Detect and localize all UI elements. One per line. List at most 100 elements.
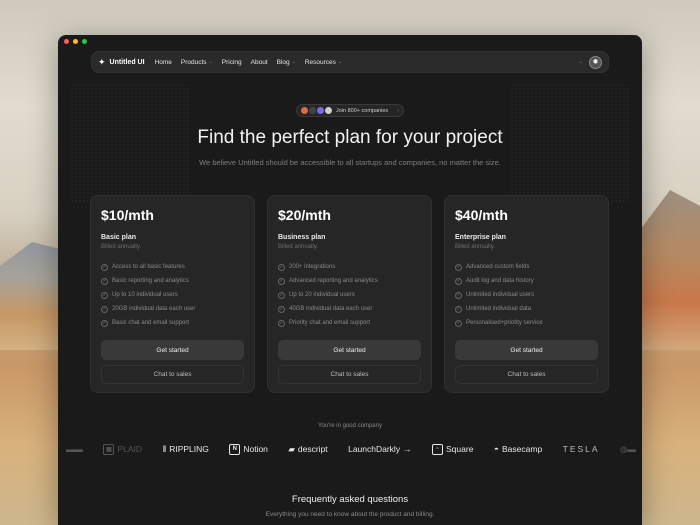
nav-item-resources[interactable]: Resources ⌄ [305, 59, 342, 66]
faded-logo: ◍▬ [620, 443, 636, 454]
browser-window: ✦ Untitled UI Home Products ⌄ Pricing Abo… [58, 35, 642, 525]
feature-item: ✓ Basic reporting and analytics [101, 274, 244, 288]
launchdarkly-logo: LaunchDarkly → [348, 444, 411, 454]
feature-text: Advanced custom fields [466, 264, 530, 270]
chevron-right-icon: › [397, 107, 399, 114]
feature-text: Advanced reporting and analytics [289, 278, 378, 284]
chat-to-sales-button[interactable]: Chat to sales [455, 365, 598, 384]
nav-label: Resources [304, 58, 336, 66]
join-companies-badge[interactable]: Join 800+ companies › [296, 104, 404, 117]
feature-item: ✓ Up to 20 individual users [278, 288, 421, 302]
check-circle-icon: ✓ [455, 291, 462, 299]
plan-name: Business plan [278, 234, 326, 241]
feature-item: ✓ Unlimited individual data [455, 302, 598, 316]
check-circle-icon: ✓ [278, 319, 285, 327]
check-circle-icon: ✓ [278, 305, 285, 313]
plan-billing: Billed annually. [101, 244, 141, 250]
sparkle-logo-icon: ✦ [98, 56, 106, 67]
pricing-card-business: $20/mth Business plan Billed annually. ✓… [267, 195, 432, 393]
feature-item: ✓ 200+ integrations [278, 260, 421, 274]
badge-text: Join 800+ companies [336, 107, 389, 114]
feature-item: ✓ Priority chat and email support [278, 316, 421, 330]
badge-avatar-group [301, 107, 332, 114]
feature-item: ✓ Up to 10 individual users [101, 288, 244, 302]
check-circle-icon: ✓ [101, 263, 108, 271]
square-logo: ▫ Square [432, 443, 474, 455]
nav-item-pricing[interactable]: Pricing [222, 59, 242, 66]
check-circle-icon: ✓ [278, 263, 285, 271]
nav-item-about[interactable]: About [251, 59, 268, 66]
feature-list: ✓ Access to all basic features ✓ Basic rep… [101, 260, 244, 330]
notion-icon: N [229, 443, 241, 455]
logo-text: Square [446, 444, 474, 454]
chevron-down-icon[interactable]: ⌄ [579, 59, 583, 65]
user-avatar[interactable] [589, 55, 602, 69]
feature-item: ✓ Advanced reporting and analytics [278, 274, 421, 288]
logo-text: Basecamp [502, 444, 543, 454]
get-started-button[interactable]: Get started [278, 340, 421, 360]
nav-item-products[interactable]: Products ⌄ [181, 59, 213, 66]
feature-item: ✓ Audit log and data history [455, 274, 598, 288]
nav-item-home[interactable]: Home [155, 59, 172, 66]
logo-text: PLAID [117, 444, 143, 454]
arrow-right-icon: → [403, 444, 412, 454]
nav-label: About [250, 58, 268, 66]
chat-to-sales-button[interactable]: Chat to sales [278, 365, 421, 384]
plaid-logo: ▦ PLAID [103, 443, 143, 455]
get-started-button[interactable]: Get started [455, 340, 598, 360]
feature-text: Unlimited individual users [466, 292, 535, 298]
maximize-window-button[interactable] [82, 38, 87, 44]
plan-name: Enterprise plan [455, 234, 506, 241]
faq-title: Frequently asked questions [291, 494, 409, 505]
brand-logo[interactable]: ✦ Untitled UI [98, 57, 145, 68]
plan-billing: Billed annually. [278, 244, 318, 250]
pricing-cards: $10/mth Basic plan Billed annually. ✓ Acc… [90, 195, 609, 393]
check-circle-icon: ✓ [455, 277, 462, 285]
feature-item: ✓ 20GB individual data each user [101, 302, 244, 316]
logo-text: Notion [243, 444, 268, 454]
faded-logo: ▬▬ [66, 444, 83, 454]
logo-text: TESLA [562, 444, 600, 454]
feature-text: Basic chat and email support [112, 320, 190, 326]
feature-text: 40GB individual data each user [289, 306, 373, 312]
faq-subtitle: Everything you need to know about the pr… [265, 511, 435, 518]
close-window-button[interactable] [64, 38, 69, 44]
chat-to-sales-button[interactable]: Chat to sales [101, 365, 244, 384]
feature-text: Personalised+priotity service [466, 320, 543, 326]
plan-price: $20/mth [278, 207, 331, 223]
check-circle-icon: ✓ [101, 277, 108, 285]
plan-price: $10/mth [101, 207, 154, 223]
nav-item-blog[interactable]: Blog ⌄ [277, 59, 296, 66]
feature-text: Up to 20 individual users [289, 292, 355, 298]
plan-billing: Billed annually. [455, 244, 495, 250]
minimize-window-button[interactable] [73, 38, 78, 44]
feature-text: Basic reporting and analytics [112, 278, 189, 284]
check-circle-icon: ✓ [455, 263, 462, 271]
check-circle-icon: ✓ [278, 277, 285, 285]
rippling-icon: ⦀ [162, 443, 167, 454]
notion-logo: N Notion [229, 443, 268, 455]
check-circle-icon: ✓ [455, 319, 462, 327]
page-subtitle: We believe Untitled should be accessible… [199, 158, 501, 167]
company-logo-strip: ▬▬ ▦ PLAID ⦀ RIPPLING N Notion ▰ descript La… [66, 441, 636, 457]
check-circle-icon: ✓ [101, 291, 108, 299]
descript-logo: ▰ descript [288, 444, 327, 455]
get-started-button[interactable]: Get started [101, 340, 244, 360]
chevron-down-icon: ⌄ [291, 59, 296, 65]
tesla-logo: TESLA [563, 444, 600, 454]
company-avatar-icon [325, 107, 332, 114]
logo-text: descript [297, 444, 328, 454]
plaid-icon: ▦ [103, 443, 115, 455]
feature-text: Access to all basic features [112, 264, 185, 270]
feature-item: ✓ Unlimited individual users [455, 288, 598, 302]
descript-icon: ▰ [288, 443, 295, 454]
feature-text: 200+ integrations [289, 264, 336, 270]
feature-text: Up to 10 individual users [112, 292, 178, 298]
nav-right: ⌄ [579, 55, 602, 69]
feature-item: ✓ 40GB individual data each user [278, 302, 421, 316]
rippling-logo: ⦀ RIPPLING [162, 444, 208, 455]
top-navigation: ✦ Untitled UI Home Products ⌄ Pricing Abo… [91, 51, 609, 73]
plan-name: Basic plan [101, 234, 137, 241]
feature-item: ✓ Advanced custom fields [455, 260, 598, 274]
nav-label: Home [154, 58, 172, 66]
